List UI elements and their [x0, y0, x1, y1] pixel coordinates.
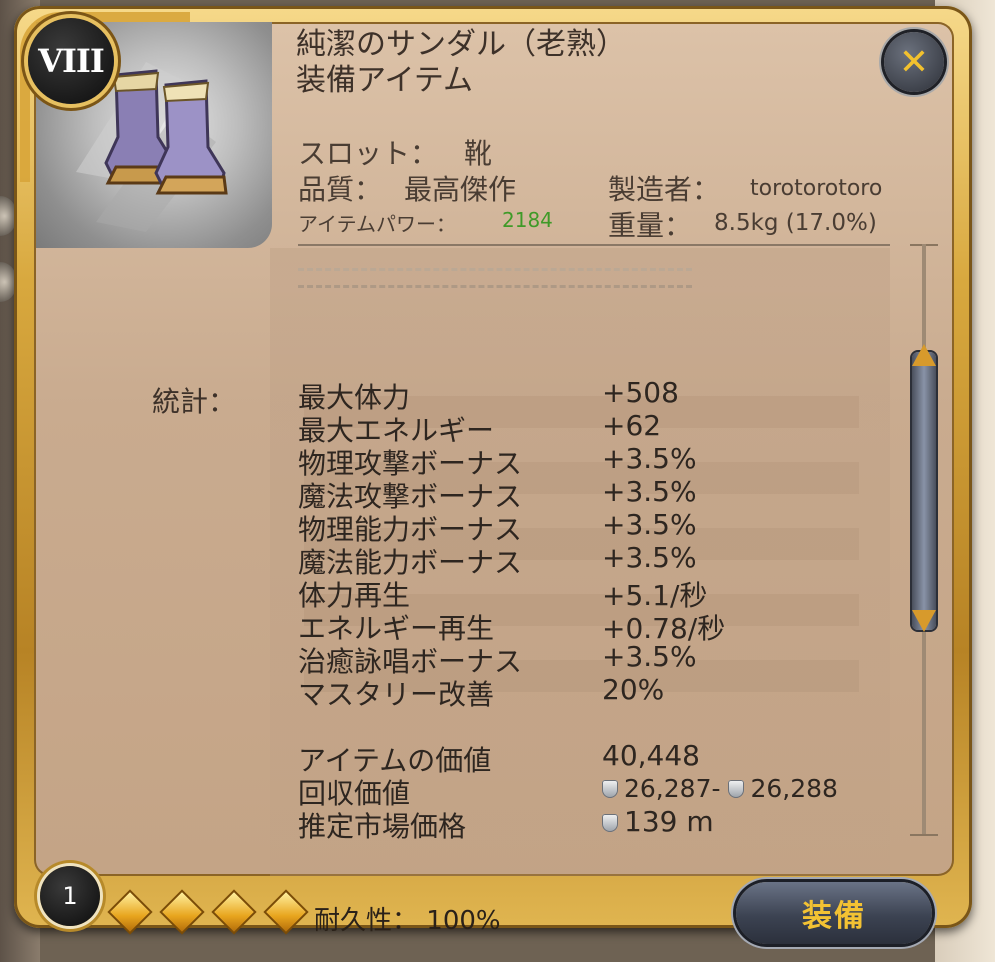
- close-button[interactable]: ✕: [884, 32, 944, 92]
- stat-value: +3.5%: [602, 442, 697, 475]
- crafter-value: torotorotoro: [750, 176, 883, 201]
- header-divider: [298, 244, 890, 246]
- item-category: 装備アイテム: [296, 63, 473, 98]
- salvage-min: 26,287-: [624, 774, 721, 803]
- salvage-max: 26,288: [750, 774, 838, 803]
- stat-value: +3.5%: [602, 541, 697, 574]
- item-power-value: 2184: [502, 208, 553, 232]
- stat-name: マスタリー改善: [298, 678, 495, 711]
- quality-value: 最高傑作: [404, 173, 517, 206]
- stat-value: +3.5%: [602, 508, 697, 541]
- slot-value: 靴: [464, 137, 493, 170]
- faded-text-line: [298, 268, 692, 288]
- durability: 耐久性： 100%: [314, 900, 501, 937]
- scroll-down-arrow-icon[interactable]: [912, 610, 936, 632]
- stat-value: +3.5%: [602, 475, 697, 508]
- market-price-value: 139 m: [602, 805, 714, 838]
- durability-label: 耐久性：: [314, 906, 419, 936]
- equip-button[interactable]: 装備: [736, 882, 932, 944]
- market-price-label: 推定市場価格: [298, 810, 467, 843]
- crafter-label: 製造者：: [608, 173, 721, 206]
- tier-badge: VIII: [28, 18, 114, 104]
- stat-value: +62: [602, 409, 662, 442]
- stats-label: 統計：: [152, 385, 237, 418]
- stat-value: +508: [602, 376, 679, 409]
- enchant-level-badge: 1: [40, 866, 100, 926]
- slot-label: スロット：: [298, 137, 439, 170]
- silver-coin-icon: [602, 780, 618, 798]
- weight-value: 8.5kg (17.0%): [714, 210, 877, 236]
- scrollbar-bottom-cap: [910, 834, 938, 836]
- market-price: 139 m: [624, 805, 714, 838]
- weight-label: 重量：: [608, 209, 693, 242]
- item-value: 40,448: [602, 739, 700, 772]
- item-name: 純潔のサンダル（老熟）: [296, 27, 626, 62]
- stat-value: 20%: [602, 673, 665, 706]
- item-power-label: アイテムパワー：: [298, 212, 456, 236]
- silver-coin-icon: [728, 780, 745, 798]
- quality-label: 品質：: [298, 173, 383, 206]
- close-icon: ✕: [898, 41, 930, 83]
- durability-value: 100%: [426, 906, 501, 936]
- scrollbar-thumb[interactable]: [912, 352, 936, 630]
- salvage-value: 26,287- 26,288: [602, 774, 838, 803]
- scroll-up-arrow-icon[interactable]: [912, 344, 936, 366]
- stat-value: +3.5%: [602, 640, 697, 673]
- silver-coin-icon: [602, 814, 618, 832]
